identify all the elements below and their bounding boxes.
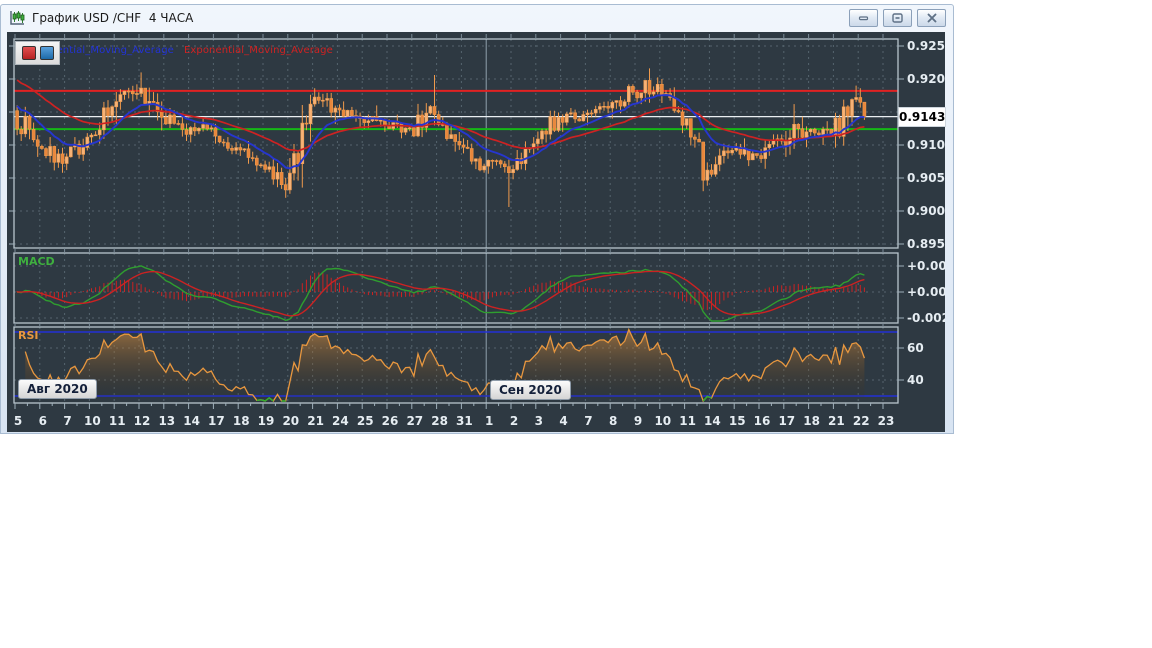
ema-fast-toggle-button[interactable] xyxy=(39,46,54,60)
macd-indicator xyxy=(16,265,865,322)
macd-line xyxy=(16,265,865,322)
svg-text:40: 40 xyxy=(907,373,924,387)
svg-text:24: 24 xyxy=(332,414,349,428)
svg-text:0.9200: 0.9200 xyxy=(907,72,945,86)
svg-text:22: 22 xyxy=(853,414,870,428)
svg-text:17: 17 xyxy=(208,414,225,428)
svg-text:11: 11 xyxy=(679,414,696,428)
svg-text:7: 7 xyxy=(584,414,592,428)
chart-client-area: 0.92500.92000.91500.91000.90500.90000.89… xyxy=(7,32,946,432)
svg-text:0.9250: 0.9250 xyxy=(907,39,945,53)
svg-text:-0.002: -0.002 xyxy=(907,311,945,325)
svg-text:+0.002: +0.002 xyxy=(907,259,945,273)
current-price-badge: 0.9143 xyxy=(898,107,946,127)
svg-text:0.9100: 0.9100 xyxy=(907,138,945,152)
macd-panel-label: MACD xyxy=(18,255,55,268)
svg-text:+0.000: +0.000 xyxy=(907,285,945,299)
window-title: График USD /CHF 4 ЧАСА xyxy=(32,11,194,25)
svg-text:28: 28 xyxy=(431,414,448,428)
svg-text:16: 16 xyxy=(754,414,771,428)
ema-slow-legend-label: Exponential_Moving_Average xyxy=(183,45,333,56)
svg-text:14: 14 xyxy=(183,414,200,428)
svg-text:0.8950: 0.8950 xyxy=(907,237,945,251)
svg-text:11: 11 xyxy=(109,414,126,428)
svg-text:21: 21 xyxy=(307,414,324,428)
svg-text:26: 26 xyxy=(382,414,399,428)
svg-text:20: 20 xyxy=(282,414,299,428)
candlesticks xyxy=(15,68,867,207)
svg-text:60: 60 xyxy=(907,341,924,355)
svg-text:19: 19 xyxy=(258,414,275,428)
desktop: График USD /CHF 4 ЧАСА 0.92500.92000.915… xyxy=(0,0,1152,648)
svg-text:23: 23 xyxy=(878,414,895,428)
month-label-sep: Сен 2020 xyxy=(490,380,571,400)
rsi-oversold-segments xyxy=(256,395,712,402)
chart-window: График USD /CHF 4 ЧАСА 0.92500.92000.915… xyxy=(0,4,954,434)
svg-text:21: 21 xyxy=(828,414,845,428)
svg-text:14: 14 xyxy=(704,414,721,428)
maximize-button[interactable] xyxy=(883,9,912,27)
svg-text:0.9050: 0.9050 xyxy=(907,171,945,185)
svg-text:10: 10 xyxy=(654,414,671,428)
maximize-icon xyxy=(892,13,903,23)
month-label-aug: Авг 2020 xyxy=(18,379,97,399)
svg-text:9: 9 xyxy=(634,414,642,428)
svg-text:2: 2 xyxy=(510,414,518,428)
indicator-toggle-panel xyxy=(15,41,60,65)
svg-text:1: 1 xyxy=(485,414,493,428)
price-chart-canvas[interactable]: 0.92500.92000.91500.91000.90500.90000.89… xyxy=(7,32,945,432)
svg-text:7: 7 xyxy=(63,414,71,428)
svg-text:13: 13 xyxy=(158,414,175,428)
svg-text:15: 15 xyxy=(729,414,746,428)
svg-text:12: 12 xyxy=(134,414,151,428)
ema-slow-toggle-button[interactable] xyxy=(21,46,36,60)
svg-text:17: 17 xyxy=(778,414,795,428)
svg-text:4: 4 xyxy=(559,414,567,428)
svg-text:5: 5 xyxy=(14,414,22,428)
candlestick-chart-icon xyxy=(10,11,25,25)
svg-text:6: 6 xyxy=(39,414,47,428)
svg-text:10: 10 xyxy=(84,414,101,428)
rsi-panel-label: RSI xyxy=(18,329,39,342)
minimize-button[interactable] xyxy=(849,9,878,27)
svg-text:0.9000: 0.9000 xyxy=(907,204,945,218)
svg-text:18: 18 xyxy=(803,414,820,428)
svg-text:8: 8 xyxy=(609,414,617,428)
indicator-legend: Exponential_Moving_Average Exponential_Mo… xyxy=(25,45,333,56)
close-button[interactable] xyxy=(917,9,946,27)
macd-signal-line xyxy=(17,270,865,317)
svg-text:3: 3 xyxy=(535,414,543,428)
svg-text:27: 27 xyxy=(406,414,423,428)
svg-text:25: 25 xyxy=(357,414,374,428)
ema-fast-line xyxy=(16,94,865,170)
minimize-icon xyxy=(858,16,869,21)
rsi-indicator xyxy=(14,327,898,403)
window-titlebar[interactable]: График USD /CHF 4 ЧАСА xyxy=(1,5,953,31)
svg-text:18: 18 xyxy=(233,414,250,428)
close-icon xyxy=(927,13,936,23)
svg-text:31: 31 xyxy=(456,414,473,428)
